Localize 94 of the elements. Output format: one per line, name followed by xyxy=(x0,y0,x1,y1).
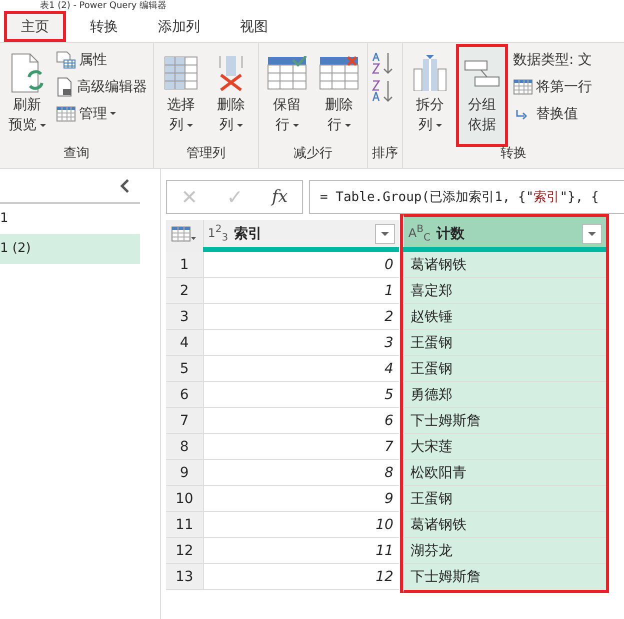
split-column-icon xyxy=(413,55,447,91)
ribbon-button[interactable]: 删除 列 xyxy=(208,47,254,144)
column-name: 索引 xyxy=(234,224,264,242)
table-cell: 5 xyxy=(202,382,400,408)
caret-icon xyxy=(186,124,192,126)
caret-icon xyxy=(236,124,242,126)
table-cell: 葛诸钢铁 xyxy=(403,252,606,278)
row-number: 12 xyxy=(166,538,203,564)
table-cell: 2 xyxy=(202,304,400,330)
group-label: 排序 xyxy=(372,145,398,163)
row-number: 1 xyxy=(166,252,203,278)
ribbon-button[interactable]: 替换值 xyxy=(511,101,594,126)
row-number: 9 xyxy=(166,460,203,486)
table-cell: 4 xyxy=(202,356,400,382)
table-cell: 1 xyxy=(202,278,400,304)
query-item[interactable]: 1 xyxy=(0,204,140,234)
row-number: 7 xyxy=(166,408,203,434)
group-label: 查询 xyxy=(62,145,90,163)
ribbon-button[interactable]: 刷新 预览 xyxy=(4,47,50,144)
ribbon-button[interactable]: 属性 xyxy=(54,47,149,72)
table-grid-icon xyxy=(171,226,198,242)
ribbon-button[interactable]: 拆分 列 xyxy=(407,47,453,144)
table-cell: 8 xyxy=(202,460,400,486)
grid-icon xyxy=(513,78,533,94)
ribbon-tab[interactable]: 添加列 xyxy=(142,11,216,42)
row-number: 13 xyxy=(166,564,203,590)
table-cell: 3 xyxy=(202,330,400,356)
caret-icon xyxy=(344,124,350,126)
formula-field[interactable]: = Table.Group(已添加索引1, {"索引"}, { xyxy=(309,180,624,214)
ribbon-tab[interactable]: 转换 xyxy=(74,11,134,42)
ribbon-button[interactable]: 选择 列 xyxy=(158,47,204,144)
column-header[interactable]: A$^{B}$$_{C}$ 计数 xyxy=(403,214,606,247)
caret-icon xyxy=(110,112,116,115)
row-number: 8 xyxy=(166,434,203,460)
table-cell: 王蛋钢 xyxy=(403,486,606,512)
row-number: 5 xyxy=(166,356,203,382)
ribbon-button[interactable]: 数据类型: 文 xyxy=(511,47,594,72)
column-name: 计数 xyxy=(436,224,466,242)
group-label: 减少行 xyxy=(292,145,334,163)
filter-dropdown-button[interactable] xyxy=(375,224,396,244)
table-cell: 9 xyxy=(202,486,400,512)
table-cell: 11 xyxy=(202,538,400,564)
row-number: 2 xyxy=(166,278,203,304)
table-cell: 葛诸钢铁 xyxy=(403,512,606,538)
table-cell: 湖芬龙 xyxy=(403,538,606,564)
table-check-icon xyxy=(267,56,307,90)
caret-icon xyxy=(380,230,390,236)
filter-dropdown-button[interactable] xyxy=(582,224,602,244)
table-cell: 松欧阳青 xyxy=(403,460,606,486)
row-number: 3 xyxy=(166,304,203,330)
grid-icon xyxy=(56,106,76,122)
ribbon-button[interactable]: 管理 xyxy=(54,101,149,126)
ribbon-button[interactable]: 分组 依据 xyxy=(459,47,505,144)
table-cell: 王蛋钢 xyxy=(403,330,606,356)
table-cell: 下士姆斯詹 xyxy=(403,408,606,434)
table-menu-button[interactable] xyxy=(166,220,203,247)
document-icon xyxy=(56,76,74,96)
ribbon-button[interactable]: 删除 行 xyxy=(315,47,363,144)
table-cell: 下士姆斯詹 xyxy=(403,564,606,593)
table-cell: 王蛋钢 xyxy=(403,356,606,382)
table-cell: 12 xyxy=(202,564,400,590)
table-cell: 7 xyxy=(202,434,400,460)
table-cell: 赵铁锤 xyxy=(403,304,606,330)
table-cell: 喜定郑 xyxy=(403,278,606,304)
properties-icon xyxy=(56,50,76,68)
column-header[interactable]: 1$^{2}$$_{3}$ 索引 xyxy=(202,220,400,247)
ribbon-tab[interactable]: 主页 xyxy=(4,11,66,42)
chevron-left-icon xyxy=(120,178,130,194)
table-cell: 6 xyxy=(202,408,400,434)
table-cell: 勇德郑 xyxy=(403,382,606,408)
table-icon xyxy=(164,56,198,90)
row-number: 6 xyxy=(166,382,203,408)
row-number: 10 xyxy=(166,486,203,512)
document-refresh-icon xyxy=(9,53,45,93)
row-number: 4 xyxy=(166,330,203,356)
window-title: 表1 (2) - Power Query 编辑器 xyxy=(40,0,167,10)
ribbon-tab[interactable]: 视图 xyxy=(224,11,284,42)
table-cell: 0 xyxy=(202,252,400,278)
table-x-icon xyxy=(319,56,359,90)
caret-icon xyxy=(292,124,298,126)
caret-icon xyxy=(436,124,442,126)
group-label: 转换 xyxy=(500,145,528,163)
collapse-button[interactable] xyxy=(120,178,130,194)
caret-icon xyxy=(587,230,597,236)
query-item[interactable]: 1 (2) xyxy=(0,234,140,264)
ribbon-button[interactable]: 将第一行 xyxy=(511,74,594,99)
caret-icon xyxy=(40,124,46,126)
table-cell: 10 xyxy=(202,512,400,538)
row-number: 11 xyxy=(166,512,203,538)
ribbon-button[interactable]: 保留 行 xyxy=(263,47,311,144)
table-cell: 大宋莲 xyxy=(403,434,606,460)
function-button[interactable]: fx xyxy=(268,187,292,207)
ribbon-button[interactable]: 高级编辑器 xyxy=(54,74,149,99)
group-label: 管理列 xyxy=(186,145,226,163)
